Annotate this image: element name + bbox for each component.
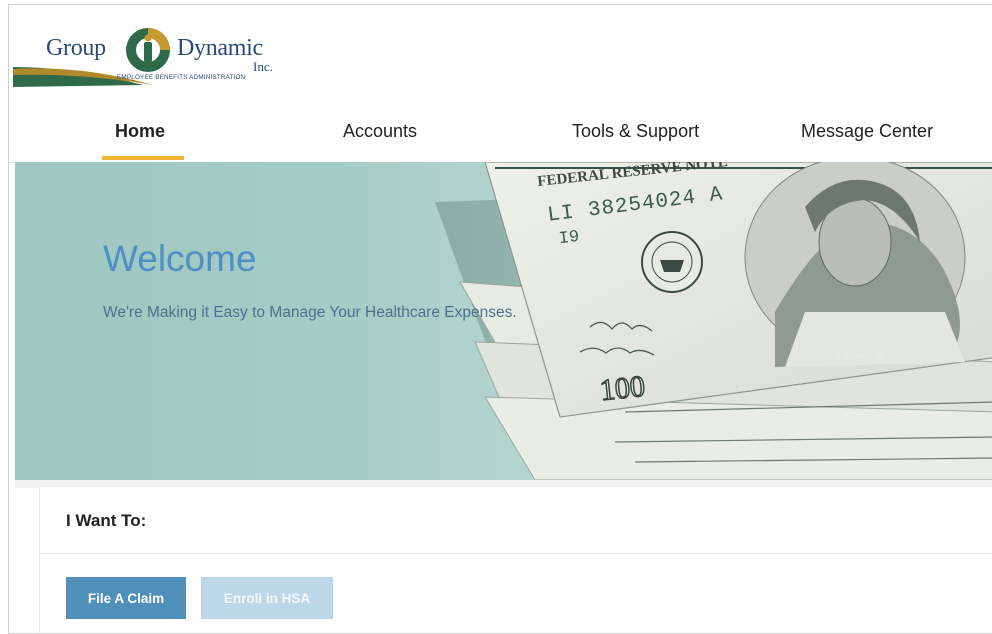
i-want-to-panel: I Want To: File A Claim Enroll in HSA — [39, 487, 992, 633]
banknote-plate: I9 — [557, 227, 581, 250]
banknote-denomination: 100 — [598, 369, 648, 408]
logo-emblem-icon — [126, 28, 170, 72]
browser-frame: Group Dynamic Inc. EMPLOYEE BENEFITS ADM… — [8, 4, 992, 634]
panel-heading: I Want To: — [66, 511, 147, 530]
nav-message-center[interactable]: Message Center — [801, 121, 933, 142]
logo-word-dynamic: Dynamic — [177, 35, 263, 61]
file-a-claim-button[interactable]: File A Claim — [66, 577, 186, 619]
panel-divider — [40, 553, 992, 554]
banknotes-image — [435, 162, 992, 480]
hero-subtitle: We're Making it Easy to Manage Your Heal… — [103, 304, 517, 321]
logo-word-group: Group — [46, 35, 106, 61]
welcome-banner: FEDERAL RESERVE NOTE LI 38254024 A I9 10… — [15, 162, 992, 480]
nav-home[interactable]: Home — [115, 121, 165, 142]
logo-suffix: Inc. — [253, 59, 273, 74]
enroll-in-hsa-button[interactable]: Enroll in HSA — [201, 577, 333, 619]
nav-tools-support[interactable]: Tools & Support — [572, 121, 699, 142]
banknote-portrait-label: FRANKLIN — [837, 352, 885, 361]
logo-tagline: EMPLOYEE BENEFITS ADMINISTRATION — [117, 74, 246, 81]
nav-accounts[interactable]: Accounts — [343, 121, 417, 142]
company-logo[interactable]: Group Dynamic Inc. EMPLOYEE BENEFITS ADM… — [13, 15, 283, 90]
main-nav: Home Accounts Tools & Support Message Ce… — [9, 105, 992, 163]
nav-active-indicator — [102, 156, 184, 160]
hero-title: Welcome — [103, 238, 257, 279]
